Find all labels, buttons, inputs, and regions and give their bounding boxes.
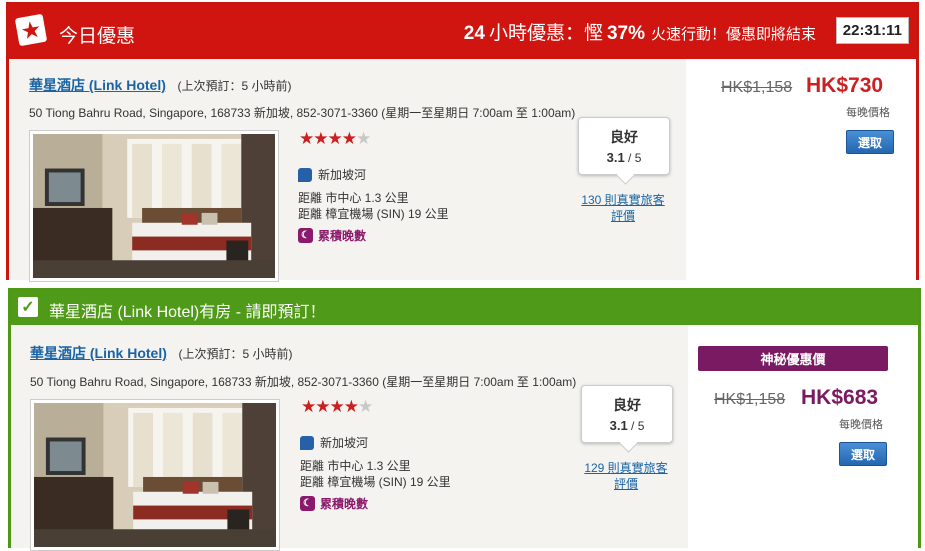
reviews-count: 129 則真實旅客 xyxy=(584,461,668,475)
loyalty-badge: ☾ 累積晚數 xyxy=(300,495,368,512)
promo-tail: 火速行動！優惠即將結束 xyxy=(650,26,816,43)
original-price: HK$1,158 xyxy=(714,391,786,408)
map-pin-icon xyxy=(300,435,314,450)
hotel-name-line: 華星酒店 (Link Hotel) (上次預訂：5 小時前) xyxy=(29,75,292,95)
deal-header: ★ 今日優惠 24 小時優惠：慳 37% 火速行動！優惠即將結束 22:31:1… xyxy=(9,5,916,59)
distance-center: 距離 市中心 1.3 公里 xyxy=(300,459,411,473)
star-icon: ★ xyxy=(343,397,359,416)
guest-rating: 良好 3.1 / 5 xyxy=(581,385,673,443)
promo-text: 小時優惠：慳 xyxy=(488,23,603,44)
star-icon: ★ xyxy=(315,397,330,416)
moon-icon: ☾ xyxy=(298,228,313,243)
hotel-room-image xyxy=(33,134,275,278)
deal-price: HK$730 xyxy=(806,74,884,97)
rating-max: / 5 xyxy=(631,419,645,433)
guest-rating: 良好 3.1 / 5 xyxy=(578,117,670,175)
countdown-timer: 22:31:11 xyxy=(835,17,909,44)
star-icon: ★ xyxy=(313,129,328,148)
hotel-address: 50 Tiong Bahru Road, Singapore, 168733 新… xyxy=(29,106,576,120)
availability-header: ✓ 華星酒店 (Link Hotel)有房 - 請即預訂！ xyxy=(11,291,918,325)
star-icon: ★ xyxy=(329,397,345,416)
location: 新加坡河 xyxy=(300,434,368,451)
location-label: 新加坡河 xyxy=(320,436,369,450)
select-button[interactable]: 選取 xyxy=(846,130,894,154)
promo-banner: 24 小時優惠：慳 37% 火速行動！優惠即將結束 xyxy=(464,18,816,45)
price-panel: HK$1,158 HK$730 每晚價格 選取 xyxy=(686,59,916,280)
location-label: 新加坡河 xyxy=(318,168,367,182)
rating-label: 良好 xyxy=(613,397,641,413)
rating-max: / 5 xyxy=(628,151,642,165)
rating-score-line: 3.1 / 5 xyxy=(582,418,672,433)
star-rating: ★★★★★ xyxy=(301,397,373,417)
rating-score: 3.1 xyxy=(609,418,628,433)
checkmark-icon: ✓ xyxy=(18,297,38,317)
loyalty-label: 累積晚數 xyxy=(320,497,369,511)
deal-tag-icon: ★ xyxy=(14,13,48,47)
hotel-name-line: 華星酒店 (Link Hotel) (上次預訂：5 小時前) xyxy=(30,343,293,363)
reviews-link[interactable]: 129 則真實旅客 評價 xyxy=(576,460,676,492)
secret-price: HK$683 xyxy=(801,386,879,409)
per-night-label: 每晚價格 xyxy=(839,419,883,431)
star-icon: ★ xyxy=(341,129,357,148)
distance-center: 距離 市中心 1.3 公里 xyxy=(298,191,409,205)
price-panel: 神秘優惠價 HK$1,158 HK$683 每晚價格 選取 xyxy=(688,325,918,548)
secret-deal-badge: 神秘優惠價 xyxy=(698,346,888,371)
distances: 距離 市中心 1.3 公里 距離 樟宜機場 (SIN) 19 公里 xyxy=(298,190,449,222)
availability-card: ✓ 華星酒店 (Link Hotel)有房 - 請即預訂！ 華星酒店 (Link… xyxy=(8,288,921,551)
hotel-photo[interactable] xyxy=(29,130,279,282)
original-price: HK$1,158 xyxy=(721,79,793,96)
hotel-name-link[interactable]: 華星酒店 (Link Hotel) xyxy=(30,345,167,361)
reviews-link[interactable]: 130 則真實旅客 評價 xyxy=(573,192,673,224)
promo-hours: 24 xyxy=(463,23,485,44)
reviews-count: 130 則真實旅客 xyxy=(581,193,665,207)
hotel-name-link[interactable]: 華星酒店 (Link Hotel) xyxy=(29,77,166,93)
per-night-label: 每晚價格 xyxy=(846,107,890,119)
deal-card: ★ 今日優惠 24 小時優惠：慳 37% 火速行動！優惠即將結束 22:31:1… xyxy=(6,2,919,282)
deal-title: 今日優惠 xyxy=(59,26,136,47)
star-icon: ★ xyxy=(358,397,373,416)
distance-airport: 距離 樟宜機場 (SIN) 19 公里 xyxy=(300,475,451,489)
star-rating: ★★★★★ xyxy=(299,129,371,149)
last-booked: (上次預訂：5 小時前) xyxy=(178,347,293,361)
star-icon: ★ xyxy=(327,129,343,148)
star-icon: ★ xyxy=(356,129,371,148)
rating-score-line: 3.1 / 5 xyxy=(579,150,669,165)
star-icon: ★ xyxy=(301,397,316,416)
hotel-room-image xyxy=(34,403,276,547)
distances: 距離 市中心 1.3 公里 距離 樟宜機場 (SIN) 19 公里 xyxy=(300,458,451,490)
hotel-photo[interactable] xyxy=(30,399,280,551)
reviews-label: 評價 xyxy=(610,209,635,223)
moon-icon: ☾ xyxy=(300,496,315,511)
hotel-address: 50 Tiong Bahru Road, Singapore, 168733 新… xyxy=(30,375,577,389)
rating-label: 良好 xyxy=(610,129,638,145)
promo-percent: 37% xyxy=(606,23,645,44)
rating-score: 3.1 xyxy=(606,150,625,165)
availability-title: 華星酒店 (Link Hotel)有房 - 請即預訂！ xyxy=(49,304,326,321)
location: 新加坡河 xyxy=(298,166,366,183)
select-button[interactable]: 選取 xyxy=(839,442,887,466)
loyalty-badge: ☾ 累積晚數 xyxy=(298,227,366,244)
reviews-label: 評價 xyxy=(613,477,638,491)
loyalty-label: 累積晚數 xyxy=(318,229,367,243)
map-pin-icon xyxy=(298,167,312,182)
star-icon: ★ xyxy=(299,129,314,148)
distance-airport: 距離 樟宜機場 (SIN) 19 公里 xyxy=(298,207,449,221)
last-booked: (上次預訂：5 小時前) xyxy=(177,79,292,93)
